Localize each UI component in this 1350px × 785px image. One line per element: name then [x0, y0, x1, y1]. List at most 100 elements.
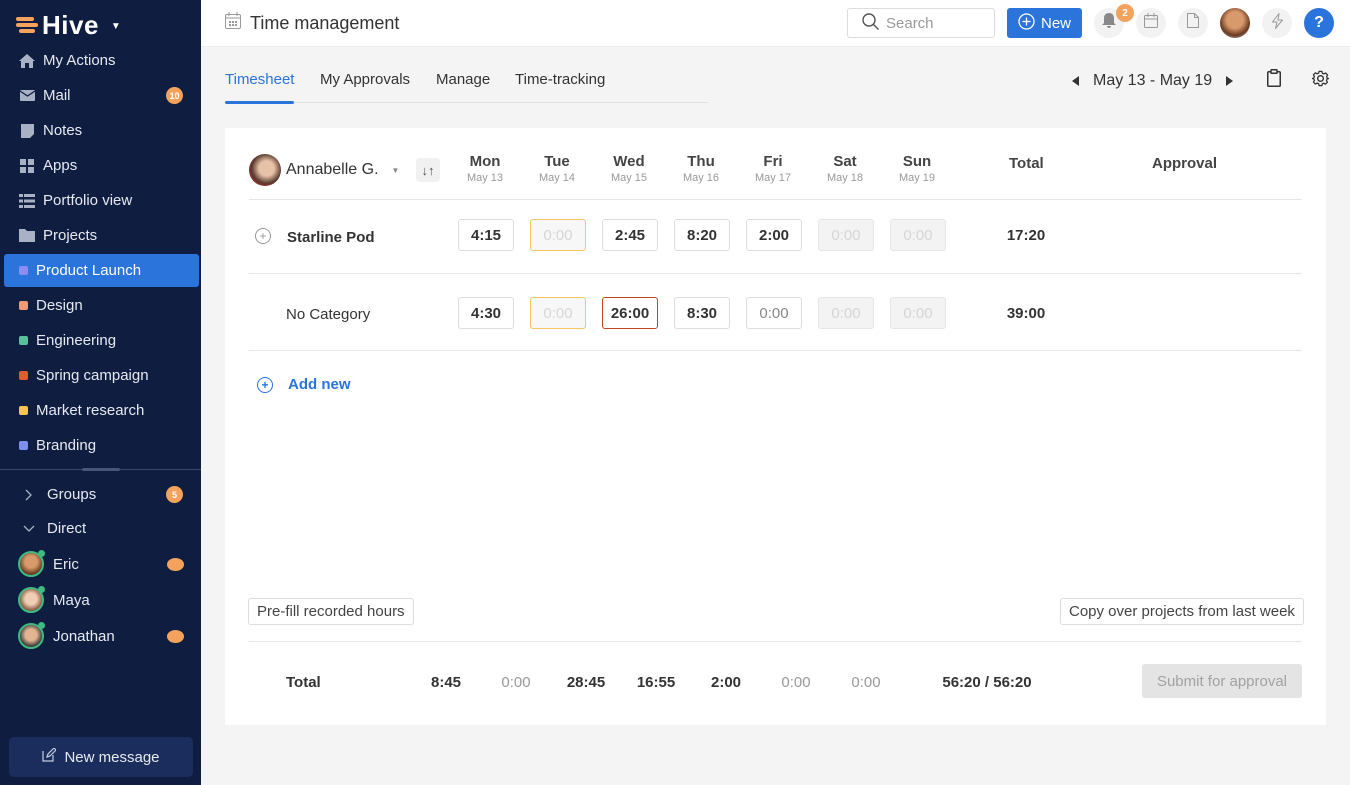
- sidebar-groups[interactable]: Groups 5: [4, 478, 199, 511]
- time-cell[interactable]: 8:30: [674, 297, 730, 329]
- time-cell[interactable]: 0:00: [818, 297, 874, 329]
- calendar-button[interactable]: [1136, 8, 1166, 38]
- time-cell[interactable]: 2:00: [746, 219, 802, 251]
- day-total: 2:00: [710, 674, 742, 691]
- sidebar-item-my-actions[interactable]: My Actions: [4, 44, 199, 77]
- caret-down-icon: ▼: [110, 20, 121, 32]
- folder-icon: [19, 228, 35, 244]
- sidebar-item-projects[interactable]: Projects: [4, 219, 199, 252]
- dm-maya[interactable]: Maya: [18, 584, 201, 616]
- dm-name: Jonathan: [53, 627, 115, 645]
- time-cell[interactable]: 0:00: [530, 219, 586, 251]
- tab-manage[interactable]: Manage: [436, 71, 490, 103]
- settings-gear-icon[interactable]: [1311, 70, 1330, 92]
- documents-button[interactable]: [1178, 8, 1208, 38]
- tab-my-approvals[interactable]: My Approvals: [320, 71, 410, 103]
- automations-button[interactable]: [1262, 8, 1292, 38]
- previous-week-icon[interactable]: [1072, 75, 1079, 86]
- new-message-label: New message: [64, 748, 160, 766]
- page-title: Time management: [225, 12, 399, 34]
- sidebar-item-label: Projects: [43, 227, 98, 244]
- sidebar-item-label: Direct: [47, 520, 87, 537]
- avatar: [18, 550, 45, 577]
- avatar: [249, 154, 281, 186]
- sidebar-project-spring-campaign[interactable]: Spring campaign: [4, 359, 199, 392]
- caret-down-icon: ▼: [391, 165, 400, 175]
- add-new-button[interactable]: + Add new: [257, 376, 351, 393]
- prefill-hours-button[interactable]: Pre-fill recorded hours: [248, 598, 414, 625]
- tab-time-tracking[interactable]: Time-tracking: [515, 71, 605, 103]
- sidebar-resize-handle[interactable]: [82, 468, 120, 471]
- sidebar-project-design[interactable]: Design: [4, 289, 199, 322]
- row-total: 17:20: [1006, 227, 1046, 244]
- time-cell[interactable]: 0:00: [890, 219, 946, 251]
- time-cell[interactable]: 0:00: [890, 297, 946, 329]
- project-color-icon: [19, 371, 28, 380]
- hive-logo[interactable]: Hive ▼: [16, 10, 121, 40]
- time-cell[interactable]: 8:20: [674, 219, 730, 251]
- notification-count-badge: 2: [1116, 4, 1134, 22]
- clipboard-icon[interactable]: [1267, 69, 1282, 92]
- groups-badge: 5: [166, 486, 183, 503]
- document-icon: [1187, 13, 1199, 33]
- sidebar-item-label: Market research: [36, 402, 145, 419]
- dm-eric[interactable]: Eric: [18, 548, 201, 580]
- sidebar-project-engineering[interactable]: Engineering: [4, 324, 199, 357]
- day-total: 0:00: [851, 674, 881, 691]
- submit-for-approval-button[interactable]: Submit for approval: [1142, 664, 1302, 698]
- header-divider: [249, 199, 1302, 200]
- row-divider: [249, 350, 1302, 351]
- help-button[interactable]: ?: [1304, 8, 1334, 38]
- row-total: 39:00: [1006, 305, 1046, 322]
- note-icon: [19, 123, 35, 139]
- user-selector[interactable]: Annabelle G. ▼: [249, 154, 399, 186]
- sidebar-item-mail[interactable]: Mail 10: [4, 79, 199, 112]
- tab-timesheet[interactable]: Timesheet: [225, 71, 295, 104]
- dm-jonathan[interactable]: Jonathan: [18, 620, 201, 652]
- sidebar-item-notes[interactable]: Notes: [4, 114, 199, 147]
- copy-projects-button[interactable]: Copy over projects from last week: [1060, 598, 1304, 625]
- row-divider: [249, 273, 1302, 274]
- next-week-icon[interactable]: [1226, 75, 1234, 86]
- project-color-icon: [19, 406, 28, 415]
- day-total: 0:00: [501, 674, 531, 691]
- sidebar-project-branding[interactable]: Branding: [4, 429, 199, 462]
- day-total: 0:00: [781, 674, 811, 691]
- timesheet-card: Annabelle G. ▼ ↓↑ Mon May 13 Tue May 14 We…: [225, 128, 1326, 725]
- lightning-icon: [1271, 12, 1283, 34]
- sidebar-item-label: Engineering: [36, 332, 117, 349]
- grand-total: 56:20 / 56:20: [942, 674, 1032, 691]
- sidebar-item-portfolio-view[interactable]: Portfolio view: [4, 184, 199, 217]
- time-cell[interactable]: 4:30: [458, 297, 514, 329]
- dm-name: Maya: [53, 591, 90, 609]
- new-button[interactable]: New: [1007, 8, 1082, 38]
- sidebar-project-product-launch[interactable]: Product Launch: [4, 254, 199, 287]
- home-icon: [19, 53, 35, 69]
- apps-grid-icon: [19, 158, 35, 174]
- sidebar-direct[interactable]: Direct: [4, 512, 199, 545]
- bell-icon: [1102, 12, 1116, 34]
- time-cell[interactable]: 26:00: [602, 297, 658, 329]
- project-color-icon: [19, 266, 28, 275]
- time-cell[interactable]: 0:00: [818, 219, 874, 251]
- sidebar-item-apps[interactable]: Apps: [4, 149, 199, 182]
- day-header-fri: Fri May 17: [754, 153, 792, 184]
- time-cell[interactable]: 0:00: [530, 297, 586, 329]
- calendar-icon: [225, 12, 241, 34]
- sidebar-project-market-research[interactable]: Market research: [4, 394, 199, 427]
- time-cell[interactable]: 4:15: [458, 219, 514, 251]
- day-total: 28:45: [566, 674, 606, 691]
- time-cell[interactable]: 0:00: [746, 297, 802, 329]
- day-header-sun: Sun May 19: [898, 153, 936, 184]
- search-input[interactable]: Search: [847, 8, 995, 38]
- sidebar-item-label: Design: [36, 297, 83, 314]
- new-message-button[interactable]: New message: [9, 737, 193, 777]
- day-total: 8:45: [430, 674, 462, 691]
- time-cell[interactable]: 2:45: [602, 219, 658, 251]
- expand-row-icon[interactable]: +: [255, 228, 271, 244]
- help-icon: ?: [1314, 14, 1324, 31]
- profile-avatar[interactable]: [1220, 8, 1250, 38]
- sort-arrows-icon: ↓↑: [421, 162, 435, 178]
- unread-message-icon: [167, 557, 184, 571]
- sort-button[interactable]: ↓↑: [416, 158, 440, 182]
